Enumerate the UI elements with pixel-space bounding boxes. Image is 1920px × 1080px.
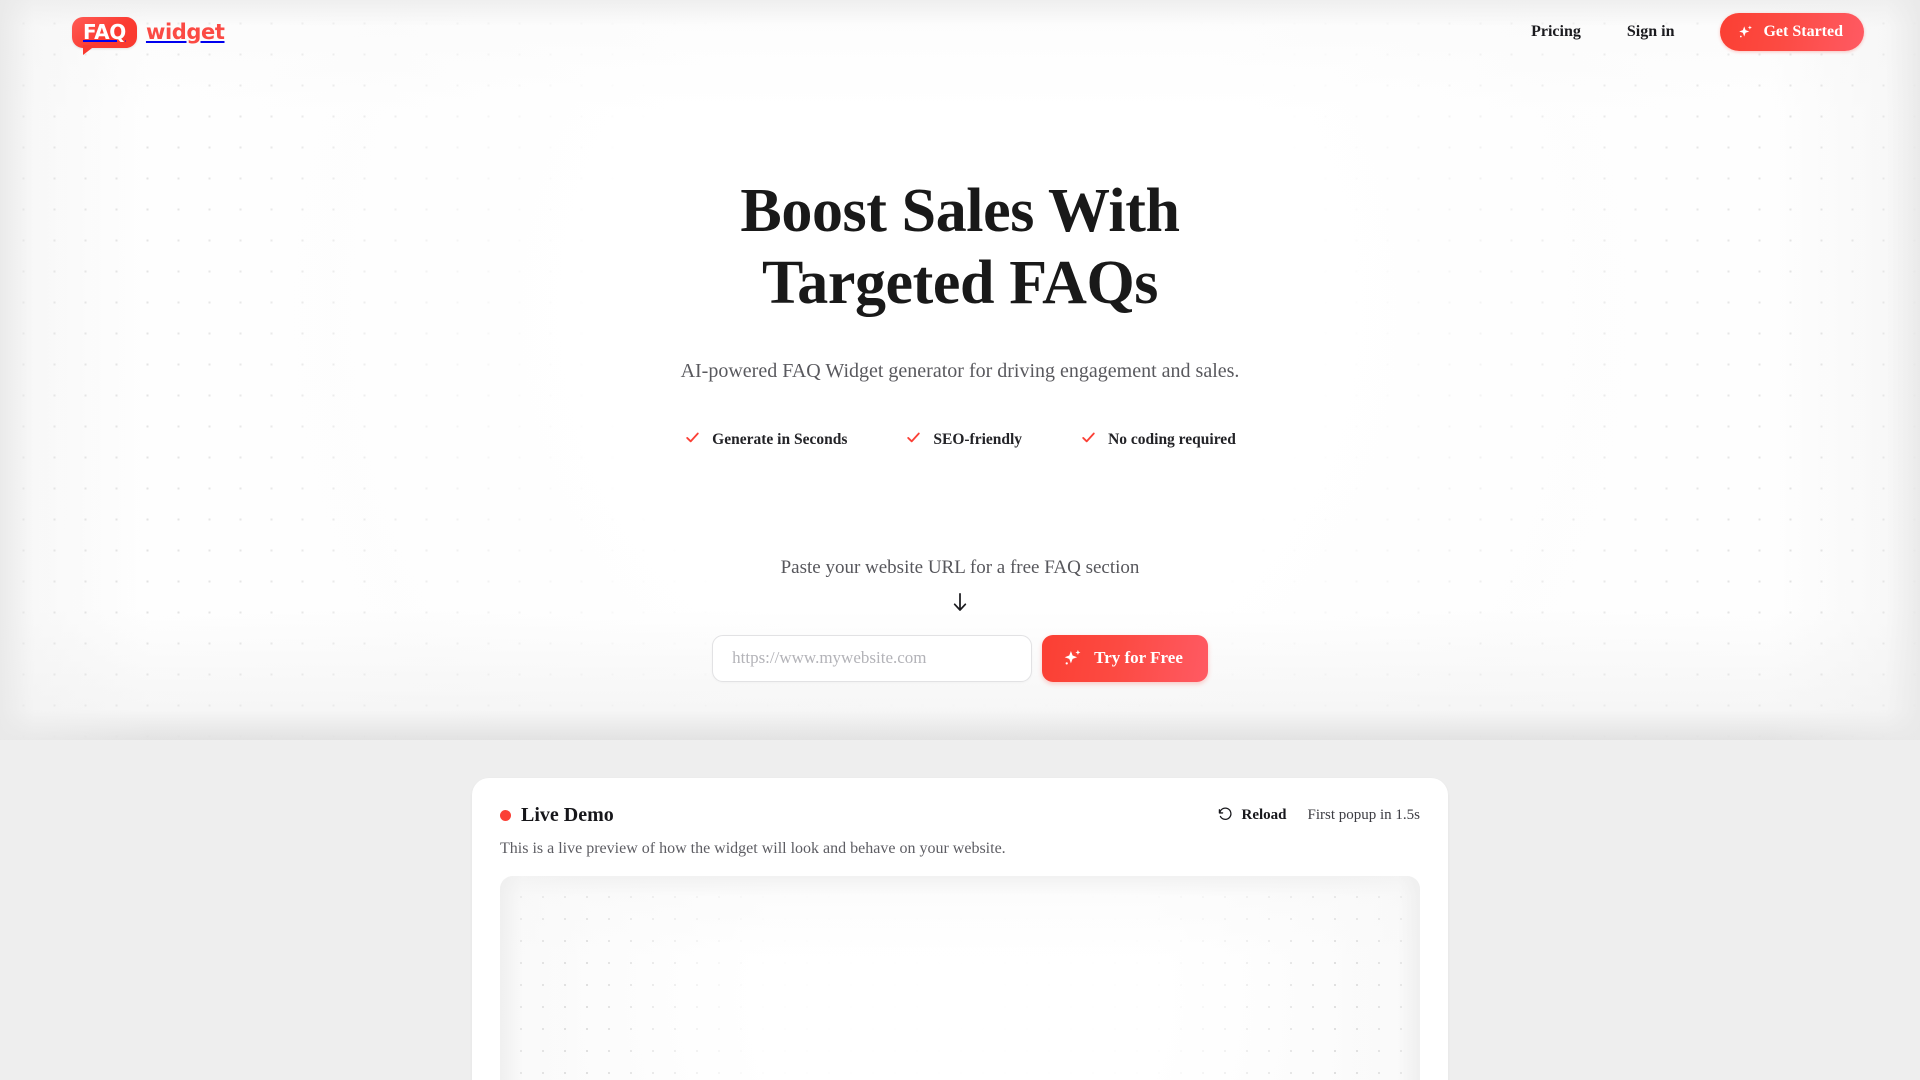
primary-nav: Pricing Sign in Get Started <box>1531 13 1864 51</box>
hero-subtitle: AI-powered FAQ Widget generator for driv… <box>680 359 1240 382</box>
speech-bubble-icon: FAQ <box>72 16 137 55</box>
check-icon <box>1080 429 1097 451</box>
logo-word: widget <box>145 20 225 44</box>
widget-preview-area[interactable] <box>500 876 1420 1080</box>
nav-link-sign-in[interactable]: Sign in <box>1627 23 1675 41</box>
get-started-button[interactable]: Get Started <box>1720 13 1864 51</box>
page-title: Boost Sales With Targeted FAQs <box>740 176 1180 320</box>
logo-badge-text: FAQ <box>83 19 126 44</box>
reload-button[interactable]: Reload <box>1217 806 1286 825</box>
live-demo-title: Live Demo <box>521 804 614 826</box>
url-input[interactable] <box>712 634 1033 682</box>
feature-item-no-coding-required: No coding required <box>1080 429 1236 451</box>
headline-line-1: Boost Sales With <box>740 177 1180 245</box>
feature-item-seo-friendly: SEO-friendly <box>905 429 1022 451</box>
reload-button-label: Reload <box>1241 807 1287 823</box>
preview-vignette-overlay <box>500 876 1420 1080</box>
hero-section: FAQ widget Pricing Sign in Get Started B… <box>0 0 1920 740</box>
url-submit-row: Try for Free <box>712 634 1208 682</box>
nav-link-pricing[interactable]: Pricing <box>1531 23 1581 41</box>
live-demo-header-actions: Reload First popup in 1.5s <box>1217 806 1420 825</box>
live-demo-card: Live Demo Reload First popup in 1.5s Thi… <box>472 778 1448 1080</box>
feature-label: SEO-friendly <box>933 430 1023 448</box>
try-for-free-button[interactable]: Try for Free <box>1042 634 1208 682</box>
logo[interactable]: FAQ widget <box>72 16 225 55</box>
popup-timer-status: First popup in 1.5s <box>1307 807 1420 823</box>
feature-label: Generate in Seconds <box>712 430 848 448</box>
live-demo-card-header: Live Demo Reload First popup in 1.5s <box>500 804 1420 827</box>
feature-list: Generate in Seconds SEO-friendly No codi… <box>684 429 1236 451</box>
live-demo-description: This is a live preview of how the widget… <box>500 840 1006 857</box>
get-started-button-label: Get Started <box>1763 23 1843 40</box>
check-icon <box>905 429 922 451</box>
site-header: FAQ widget Pricing Sign in Get Started <box>0 0 1920 64</box>
hero-content: Boost Sales With Targeted FAQs AI-powere… <box>0 0 1920 682</box>
feature-label: No coding required <box>1108 430 1236 448</box>
sparkle-icon <box>1062 648 1083 669</box>
rotate-ccw-icon <box>1217 806 1233 825</box>
live-indicator-dot <box>500 810 511 821</box>
sparkle-icon <box>1737 24 1754 41</box>
try-for-free-button-label: Try for Free <box>1094 648 1183 668</box>
arrow-down-icon <box>950 591 970 615</box>
feature-item-generate-in-seconds: Generate in Seconds <box>684 429 847 451</box>
check-icon <box>684 429 701 451</box>
headline-line-2: Targeted FAQs <box>761 248 1159 317</box>
demo-section: Live Demo Reload First popup in 1.5s Thi… <box>0 740 1920 1080</box>
url-prompt-text: Paste your website URL for a free FAQ se… <box>780 556 1140 578</box>
